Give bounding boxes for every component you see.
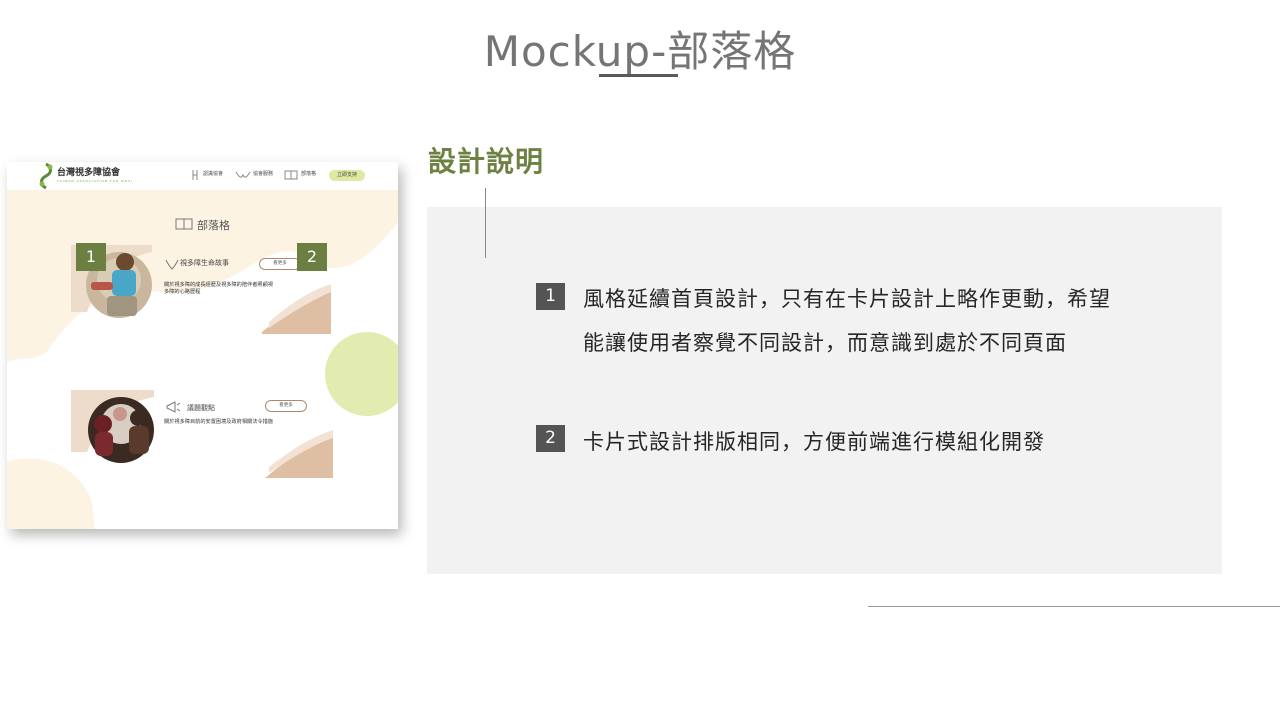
mockup-nav-about[interactable]: 認識協會: [203, 170, 223, 177]
about-icon: [192, 170, 198, 180]
card-more-button-2[interactable]: 看更多: [265, 400, 307, 412]
card-desc-line: 多障的心路歷程: [164, 289, 201, 295]
section-title: 設計說明: [428, 145, 545, 178]
slide-title: Mockup-部落格: [483, 27, 797, 76]
mockup-logo-subtitle: TAIWAN ASSOCIATION FOR MDVI: [57, 179, 133, 183]
mockup-nav-service[interactable]: 協會服務: [253, 170, 273, 177]
mockup-support-button[interactable]: 立即支持: [329, 170, 365, 181]
mockup-navbar: 台灣視多障協會 TAIWAN ASSOCIATION FOR MDVI 認識協會…: [7, 162, 398, 190]
card-more-button-1[interactable]: 看更多: [259, 258, 301, 270]
title-underline: [599, 74, 678, 77]
mockup-badge-2: 2: [297, 243, 327, 271]
point-number-2: 2: [536, 425, 565, 452]
service-icon: [235, 171, 251, 178]
point-line: 能讓使用者察覺不同設計，而意識到處於不同頁面: [583, 331, 1067, 355]
card-desc-line: 關於視多障的成長經歷及視多障的陪伴者照顧視: [164, 282, 273, 288]
point-number-1: 1: [536, 283, 565, 310]
card-title-viewpoint: 議題觀點: [187, 404, 215, 412]
mockup-nav-blog[interactable]: 部落格: [301, 170, 316, 177]
point-line: 卡片式設計排版相同，方便前端進行模組化開發: [583, 430, 1045, 454]
mockup-badge-1: 1: [76, 243, 106, 271]
mockup-logo-text: 台灣視多障協會: [57, 168, 121, 178]
blog-mockup: 台灣視多障協會 TAIWAN ASSOCIATION FOR MDVI 認識協會…: [7, 162, 398, 529]
blog-book-icon: [175, 218, 193, 230]
card-desc-life-story: 關於視多障的成長經歷及視多障的陪伴者照顧視 多障的心路歷程: [164, 282, 314, 296]
logo-leaf-icon: [39, 163, 53, 189]
book-icon: [284, 170, 298, 180]
mockup-page-heading: 部落格: [197, 219, 230, 232]
divider-line: [485, 188, 486, 258]
point-line: 風格延續首頁設計，只有在卡片設計上略作更動，希望: [583, 287, 1111, 311]
megaphone-icon: [166, 401, 181, 413]
card-desc-viewpoint: 關於視多障目前的安置困境及政府相關法令措施: [164, 419, 273, 425]
explanation-panel: [427, 207, 1222, 574]
point-text-1: 風格延續首頁設計，只有在卡片設計上略作更動，希望 能讓使用者察覺不同設計，而意識…: [583, 277, 1111, 365]
bottom-divider: [868, 606, 1280, 607]
card-title-life-story: 視多障生命故事: [180, 259, 229, 267]
heart-hands-icon: [165, 259, 179, 270]
point-text-2: 卡片式設計排版相同，方便前端進行模組化開發: [583, 420, 1045, 464]
